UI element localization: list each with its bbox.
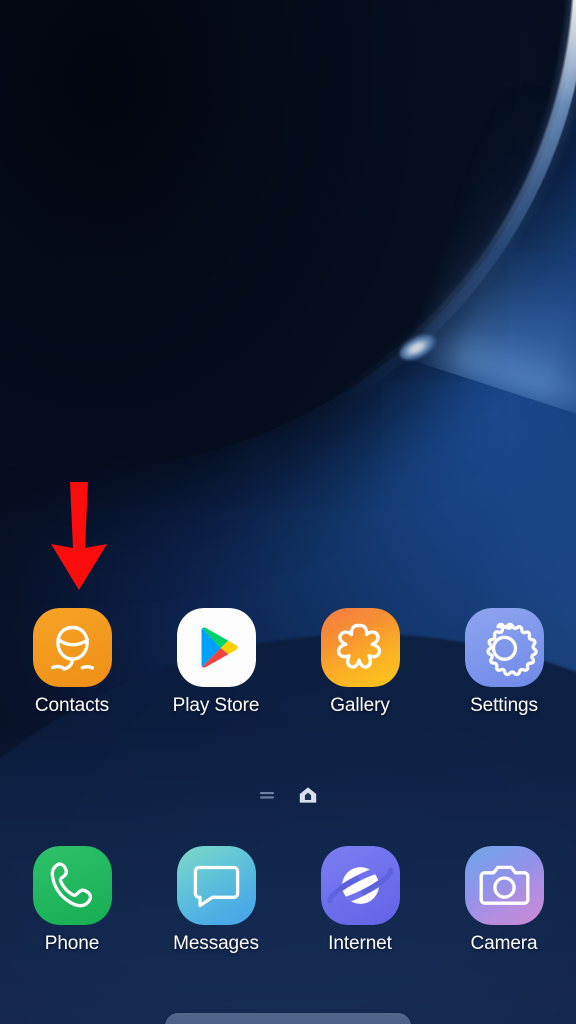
device-screen: Contacts Play Store Gallery Settings Pho… [0,0,576,1024]
app-label: Gallery [330,695,390,716]
app-label: Internet [328,933,392,954]
app-phone[interactable]: Phone [0,846,144,955]
app-contacts[interactable]: Contacts [0,608,144,717]
page-indicator [0,786,576,804]
app-label: Contacts [34,695,110,716]
contacts-icon[interactable] [32,608,112,687]
play-store-icon[interactable] [176,608,256,687]
app-label: Camera [470,933,538,954]
app-play-store[interactable]: Play Store [144,608,288,717]
gallery-flower-icon[interactable] [320,608,400,687]
speech-bubble-icon[interactable] [176,846,256,925]
app-internet[interactable]: Internet [288,846,432,955]
app-camera[interactable]: Camera [432,846,576,955]
app-gallery[interactable]: Gallery [288,608,432,717]
dock-app-row: Phone Messages Internet Camera [0,846,576,955]
home-page-icon[interactable] [298,786,318,804]
home-app-row: Contacts Play Store Gallery Settings [0,608,576,717]
gear-icon[interactable] [464,608,544,687]
bottom-bar-handle[interactable] [165,1013,411,1024]
app-messages[interactable]: Messages [144,846,288,955]
app-label: Messages [173,933,259,954]
red-down-arrow-icon [51,482,107,590]
app-settings[interactable]: Settings [432,608,576,717]
planet-globe-icon[interactable] [320,846,400,925]
camera-icon[interactable] [464,846,544,925]
app-label: Settings [470,695,538,716]
app-label: Phone [44,933,100,954]
phone-handset-icon[interactable] [32,846,112,925]
lines-page-icon[interactable] [258,787,276,803]
app-label: Play Store [172,695,260,716]
